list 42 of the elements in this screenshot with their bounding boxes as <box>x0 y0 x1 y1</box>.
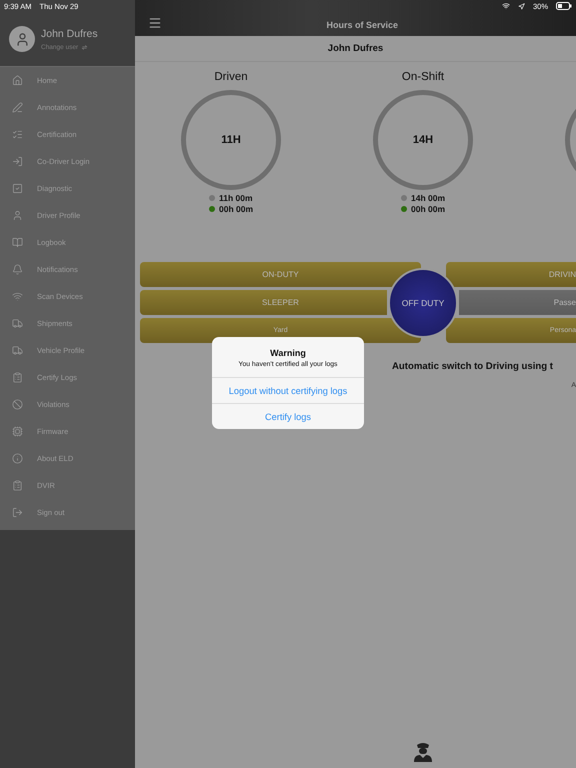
chip-icon <box>12 426 23 437</box>
alert-title: Warning <box>269 348 307 358</box>
gauge-title: Driven <box>214 71 248 85</box>
book-icon <box>12 237 23 248</box>
battery-icon <box>556 2 572 10</box>
legend-text: 14h 00m <box>410 192 446 202</box>
info-icon <box>12 453 23 464</box>
list-icon <box>12 129 23 140</box>
truck-icon <box>12 345 23 356</box>
avatar-icon <box>9 26 35 52</box>
ban-icon <box>12 399 23 410</box>
legend-text: 00h 00m <box>410 204 446 214</box>
duty-status-button[interactable]: DRIVIN <box>446 262 576 287</box>
checkbox-icon <box>12 183 23 194</box>
driver-name: John Dufres <box>135 36 576 62</box>
clipboard-icon <box>12 372 23 383</box>
location-icon <box>518 2 525 10</box>
user-icon <box>12 210 23 221</box>
legend-text: 11h 00m <box>218 192 253 202</box>
logout-icon <box>12 507 23 518</box>
alert-action[interactable]: Logout without certifying logs <box>212 377 364 403</box>
bell-icon <box>12 264 23 275</box>
swap-icon <box>81 44 88 50</box>
auto-switch-text: Automatic switch to Driving using t <box>392 361 554 372</box>
clipboard-icon <box>12 480 23 491</box>
menu-button[interactable] <box>148 16 162 30</box>
duty-status-button[interactable]: SLEEPER <box>140 290 387 315</box>
screen-title: Hours of Service <box>325 20 398 30</box>
legend-text: 00h 00m <box>218 204 254 214</box>
user-name: John Dufres <box>41 28 98 40</box>
wifi-icon <box>502 2 510 10</box>
pencil-icon <box>12 102 23 113</box>
gauge-title: On-Shift <box>402 71 444 85</box>
duty-status-button[interactable]: ON-DUTY <box>140 262 421 287</box>
hours-gauge: 11H <box>181 90 281 190</box>
alert-action[interactable]: Certify logs <box>212 403 364 429</box>
home-icon <box>12 75 23 86</box>
login-icon <box>12 156 23 167</box>
wifi-icon <box>12 291 23 302</box>
officer-icon[interactable] <box>412 740 434 762</box>
truck-icon <box>12 318 23 329</box>
hours-gauge: 14H <box>373 90 473 190</box>
